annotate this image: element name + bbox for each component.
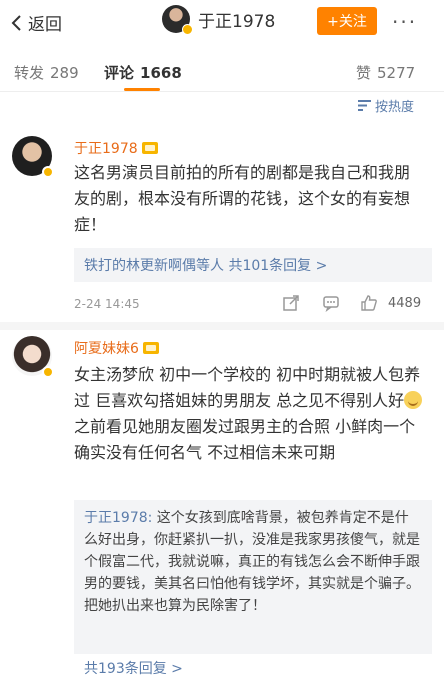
tab-comments[interactable]: 评论 1668: [104, 62, 182, 83]
comment-icon[interactable]: [322, 294, 340, 312]
replies-summary[interactable]: 铁打的林更新啊偶等人 共101条回复 >: [74, 248, 432, 282]
active-tab-indicator: [124, 88, 160, 91]
back-button[interactable]: 返回: [10, 10, 62, 35]
share-icon[interactable]: [282, 294, 300, 312]
tab-label: 转发: [14, 64, 45, 82]
verified-badge-icon: [182, 24, 193, 35]
tab-label: 赞: [356, 64, 372, 82]
vip-badge-icon: [141, 142, 158, 154]
follow-button[interactable]: +关注: [317, 7, 377, 35]
vip-badge-icon: [142, 342, 159, 354]
profile-name[interactable]: 于正1978: [198, 7, 275, 32]
comment-meta: 2-24 14:45 4489: [74, 294, 434, 316]
comment-author[interactable]: 阿夏妹妹6: [74, 338, 159, 358]
author-name: 阿夏妹妹6: [74, 341, 139, 357]
tab-likes[interactable]: 赞 5277: [356, 62, 415, 83]
comment-text-part: 之前看见她朋友圈发过跟男主的合照 小鲜肉一个 确实没有任何名气 不过相信未来可期: [74, 417, 416, 462]
tab-count: 289: [50, 64, 79, 82]
reply-preview[interactable]: 于正1978: 这个女孩到底啥背景，被包养肯定不是什么好出身，你赶紧扒一扒，没准…: [74, 500, 432, 654]
comment-text: 女主汤梦欣 初中一个学校的 初中时期就被人包养过 巨喜欢勾搭姐妹的男朋友 总之见…: [74, 362, 424, 466]
verified-badge-icon: [42, 366, 54, 378]
tab-reposts[interactable]: 转发 289: [14, 62, 79, 83]
like-count: 4489: [388, 296, 422, 311]
smile-emoji-icon: [404, 391, 423, 409]
sort-selector[interactable]: 按热度: [358, 96, 414, 115]
author-name: 于正1978: [74, 141, 138, 157]
top-bar: 返回 于正1978 +关注 ···: [0, 0, 444, 44]
profile-header[interactable]: 于正1978: [162, 5, 275, 35]
tab-count: 1668: [140, 64, 182, 82]
tab-label: 评论: [104, 64, 135, 82]
sort-label: 按热度: [375, 100, 415, 115]
comment-text-part: 女主汤梦欣 初中一个学校的 初中时期就被人包养过 巨喜欢勾搭姐妹的男朋友 总之见…: [74, 365, 421, 410]
more-replies-link[interactable]: 共193条回复 >: [84, 658, 183, 677]
comment-author[interactable]: 于正1978: [74, 138, 158, 158]
section-divider: [0, 322, 444, 330]
verified-badge-icon: [42, 166, 54, 178]
comment-time: 2-24 14:45: [74, 297, 140, 311]
avatar[interactable]: [162, 5, 193, 35]
like-icon[interactable]: [360, 294, 378, 312]
sort-icon: [358, 100, 371, 111]
reply-author[interactable]: 于正1978:: [84, 510, 152, 526]
tab-bar: 转发 289 评论 1668 赞 5277: [0, 50, 444, 92]
tab-count: 5277: [377, 64, 416, 82]
back-label: 返回: [28, 15, 62, 35]
comment-text: 这名男演员目前拍的所有的剧都是我自己和我朋友的剧，根本没有所谓的花钱，这个女的有…: [74, 163, 411, 234]
chevron-left-icon: [11, 14, 21, 31]
replies-link[interactable]: 铁打的林更新啊偶等人 共101条回复 >: [84, 258, 327, 274]
more-options-icon[interactable]: ···: [392, 10, 417, 34]
